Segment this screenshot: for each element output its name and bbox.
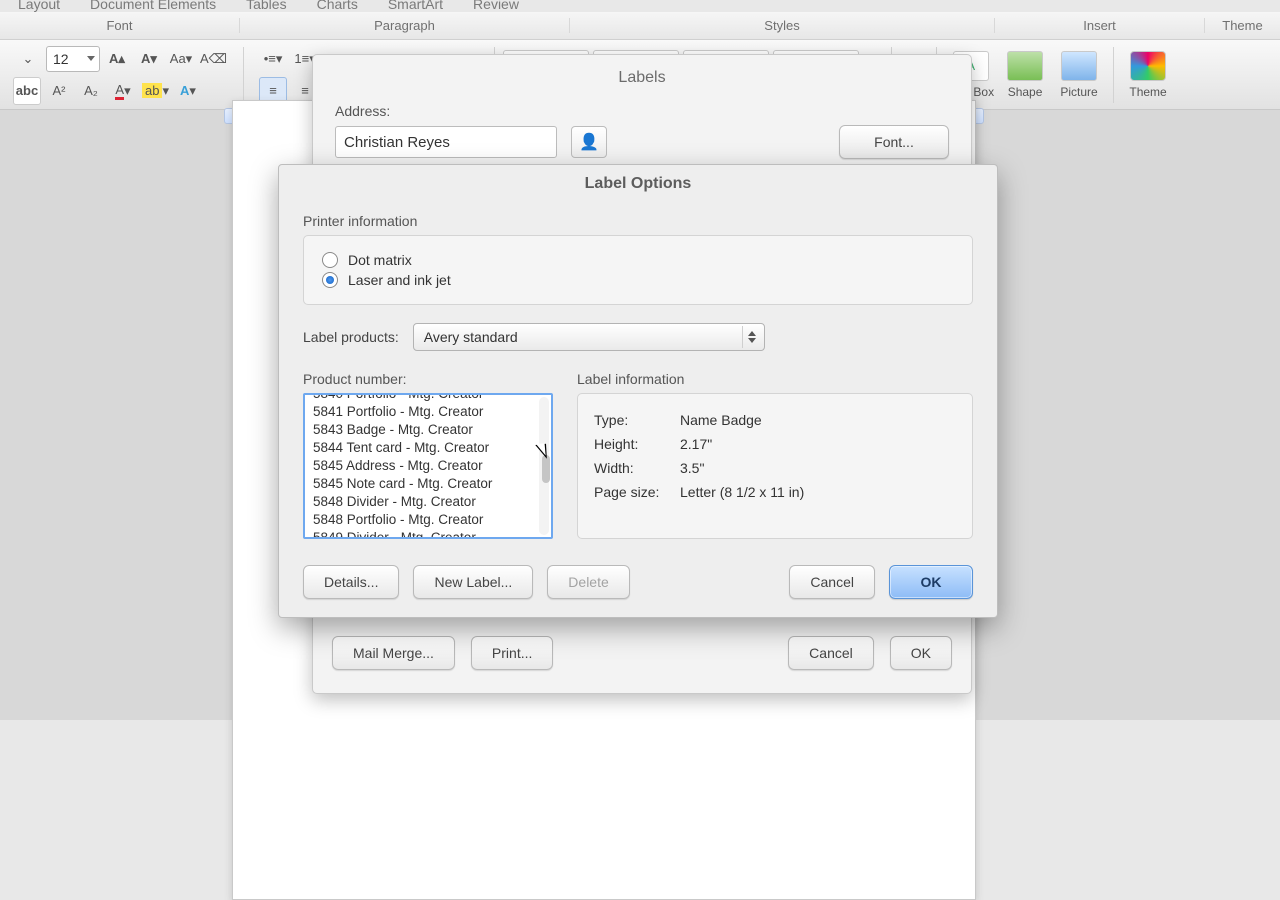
ribbon-tab[interactable]: SmartArt bbox=[374, 0, 457, 12]
label-products-select[interactable]: Avery standard bbox=[413, 323, 765, 351]
radio-laser-label: Laser and ink jet bbox=[348, 272, 451, 288]
product-number-listbox[interactable]: 5840 Portfolio - Mtg. Creator 5841 Portf… bbox=[303, 393, 553, 539]
radio-dot-matrix[interactable]: Dot matrix bbox=[322, 252, 954, 268]
ribbon-tabs: Layout Document Elements Tables Charts S… bbox=[0, 0, 1280, 12]
info-height-value: 2.17" bbox=[680, 436, 712, 452]
list-item[interactable]: 5840 Portfolio - Mtg. Creator bbox=[311, 393, 537, 403]
insert-shape[interactable]: Shape bbox=[999, 51, 1051, 99]
info-width-value: 3.5" bbox=[680, 460, 704, 476]
ribbon-tab[interactable]: Tables bbox=[232, 0, 300, 12]
printer-info-group: Dot matrix Laser and ink jet bbox=[303, 235, 973, 305]
clear-formatting-icon[interactable]: A⌫ bbox=[199, 45, 228, 73]
list-item[interactable]: 5841 Portfolio - Mtg. Creator bbox=[311, 403, 537, 421]
ribbon-tab[interactable]: Layout bbox=[4, 0, 74, 12]
radio-icon bbox=[322, 272, 338, 288]
mail-merge-button[interactable]: Mail Merge... bbox=[332, 636, 455, 670]
list-item[interactable]: 5843 Badge - Mtg. Creator bbox=[311, 421, 537, 439]
themes-button[interactable]: Theme bbox=[1122, 51, 1174, 99]
address-label: Address: bbox=[335, 103, 949, 119]
insert-picture[interactable]: Picture bbox=[1053, 51, 1105, 99]
bullets-icon[interactable]: •≡▾ bbox=[259, 45, 287, 73]
delete-button[interactable]: Delete bbox=[547, 565, 629, 599]
group-paragraph-label: Paragraph bbox=[240, 18, 570, 33]
list-item[interactable]: 5848 Divider - Mtg. Creator bbox=[311, 493, 537, 511]
bold-icon[interactable]: abc bbox=[13, 77, 41, 105]
highlight-icon[interactable]: ab▾ bbox=[141, 77, 170, 105]
cancel-button[interactable]: Cancel bbox=[789, 565, 875, 599]
labels-ok-button[interactable]: OK bbox=[890, 636, 952, 670]
label-information-box: Type:Name Badge Height:2.17" Width:3.5" … bbox=[577, 393, 973, 539]
info-height-key: Height: bbox=[594, 436, 680, 452]
ribbon-group-labels: Font Paragraph Styles Insert Theme bbox=[0, 12, 1280, 40]
info-pagesize-key: Page size: bbox=[594, 484, 680, 500]
scrollbar-thumb[interactable] bbox=[542, 455, 550, 483]
font-button[interactable]: Font... bbox=[839, 125, 949, 159]
ribbon-tab[interactable]: Document Elements bbox=[76, 0, 230, 12]
print-button[interactable]: Print... bbox=[471, 636, 553, 670]
product-number-label: Product number: bbox=[303, 371, 553, 387]
address-input[interactable] bbox=[335, 126, 557, 158]
text-effects-icon[interactable]: A▾ bbox=[174, 77, 202, 105]
group-font-label: Font bbox=[0, 18, 240, 33]
label-products-label: Label products: bbox=[303, 329, 399, 345]
radio-laser-inkjet[interactable]: Laser and ink jet bbox=[322, 272, 954, 288]
chevron-updown-icon bbox=[742, 326, 762, 348]
dialog-title: Label Options bbox=[279, 165, 997, 201]
list-item[interactable]: 5845 Address - Mtg. Creator bbox=[311, 457, 537, 475]
grow-font-icon[interactable]: A▴ bbox=[103, 45, 131, 73]
font-name-dropdown[interactable]: ⌄ bbox=[13, 45, 43, 73]
subscript-icon[interactable]: A₂ bbox=[77, 77, 105, 105]
radio-dot-label: Dot matrix bbox=[348, 252, 412, 268]
radio-icon bbox=[322, 252, 338, 268]
group-themes-label: Theme bbox=[1205, 18, 1280, 33]
new-label-button[interactable]: New Label... bbox=[413, 565, 533, 599]
labels-sheet-title: Labels bbox=[313, 55, 971, 97]
list-item[interactable]: 5845 Note card - Mtg. Creator bbox=[311, 475, 537, 493]
font-color-icon[interactable]: A▾ bbox=[109, 77, 137, 105]
label-information-header: Label information bbox=[577, 371, 973, 387]
printer-info-label: Printer information bbox=[303, 213, 973, 229]
labels-cancel-button[interactable]: Cancel bbox=[788, 636, 874, 670]
ribbon-tab[interactable]: Charts bbox=[303, 0, 372, 12]
info-pagesize-value: Letter (8 1/2 x 11 in) bbox=[680, 484, 804, 500]
info-type-value: Name Badge bbox=[680, 412, 762, 428]
label-options-dialog: Label Options Printer information Dot ma… bbox=[278, 164, 998, 618]
list-item[interactable]: 5844 Tent card - Mtg. Creator bbox=[311, 439, 537, 457]
group-styles-label: Styles bbox=[570, 18, 995, 33]
group-insert-label: Insert bbox=[995, 18, 1205, 33]
list-item[interactable]: 5849 Divider - Mtg. Creator bbox=[311, 529, 537, 539]
list-item[interactable]: 5848 Portfolio - Mtg. Creator bbox=[311, 511, 537, 529]
labels-sheet-footer: Mail Merge... Print... Cancel OK bbox=[332, 636, 952, 670]
info-type-key: Type: bbox=[594, 412, 680, 428]
shrink-font-icon[interactable]: A▾ bbox=[135, 45, 163, 73]
font-size-input[interactable]: 12 bbox=[46, 46, 100, 72]
info-width-key: Width: bbox=[594, 460, 680, 476]
superscript-icon[interactable]: A² bbox=[45, 77, 73, 105]
details-button[interactable]: Details... bbox=[303, 565, 399, 599]
change-case-icon[interactable]: Aa▾ bbox=[167, 45, 195, 73]
ok-button[interactable]: OK bbox=[889, 565, 973, 599]
address-book-icon[interactable]: 👤 bbox=[571, 126, 607, 158]
ribbon-tab[interactable]: Review bbox=[459, 0, 533, 12]
